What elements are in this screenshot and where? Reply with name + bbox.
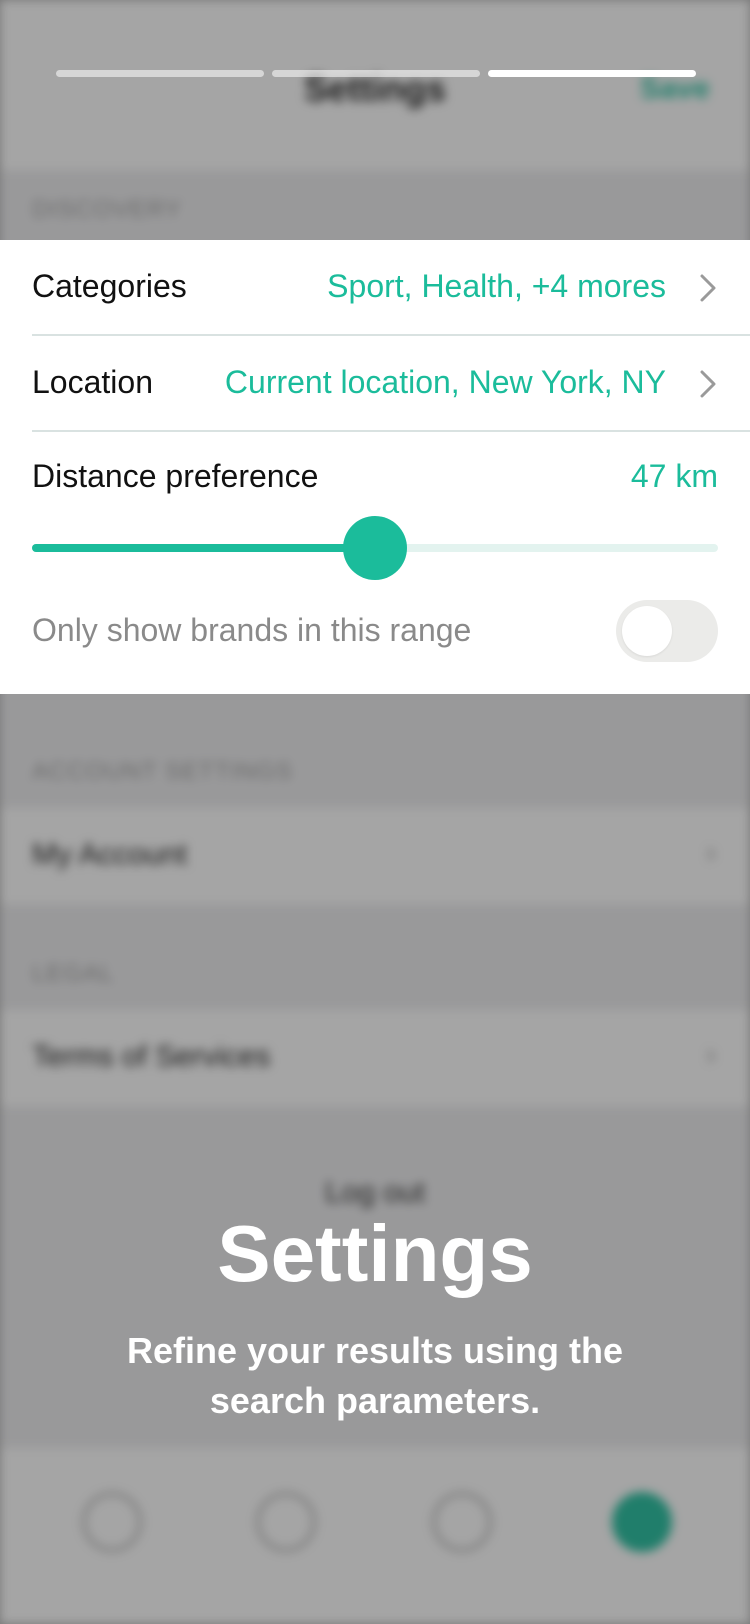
onboarding-title: Settings [217,1209,533,1298]
story-progress-step-2 [272,70,480,77]
categories-row[interactable]: Categories Sport, Health, +4 mores [0,240,750,336]
range-only-label: Only show brands in this range [32,612,472,648]
distance-preference-label: Distance preference [32,458,319,494]
chevron-right-icon [700,370,716,398]
categories-label: Categories [32,268,187,304]
toggle-knob [622,606,672,656]
categories-value: Sport, Health, +4 mores [327,268,666,304]
range-only-toggle[interactable] [616,600,718,662]
distance-slider[interactable] [32,516,718,580]
onboarding-description: Refine your results using the search par… [126,1330,624,1421]
discovery-settings-card: Categories Sport, Health, +4 mores Locat… [0,240,750,694]
distance-slider-fill [32,544,375,552]
divider [32,430,750,432]
distance-value: 47 km [630,458,718,494]
location-label: Location [32,364,153,400]
location-row[interactable]: Location Current location, New York, NY [0,336,750,432]
location-value: Current location, New York, NY [224,364,666,400]
distance-slider-thumb[interactable] [343,516,407,580]
story-progress-step-1 [56,70,264,77]
story-progress-step-3 [488,70,696,77]
chevron-right-icon [700,274,716,302]
